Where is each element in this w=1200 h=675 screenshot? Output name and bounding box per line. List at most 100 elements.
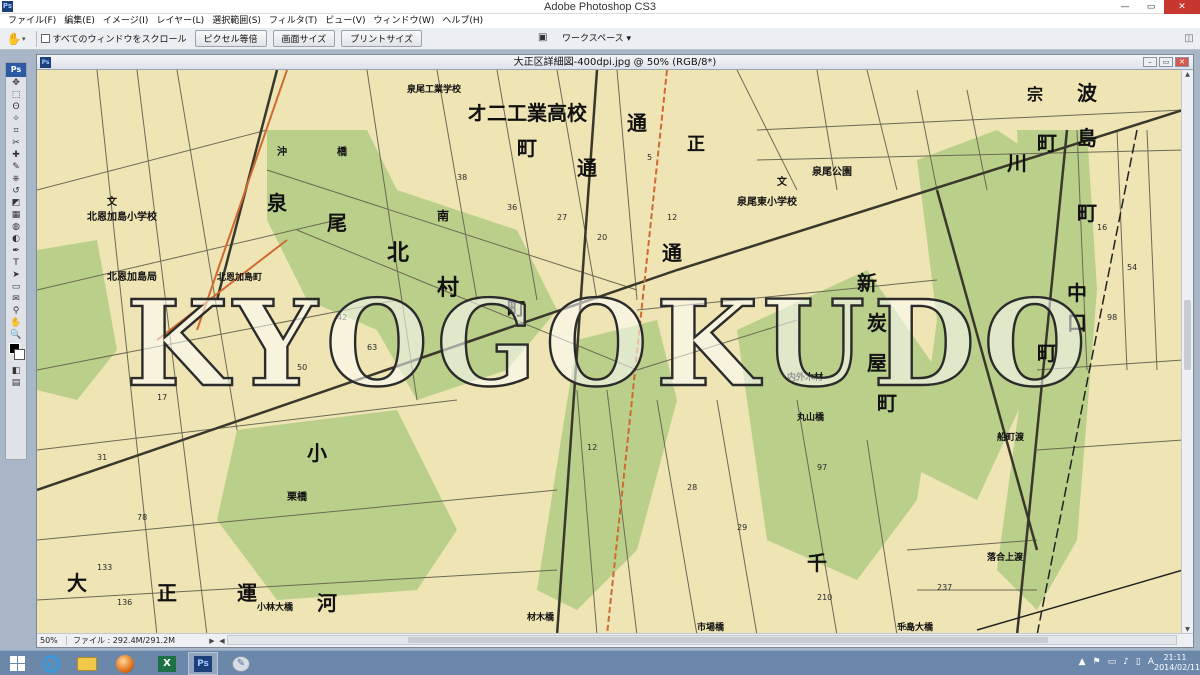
map-label: 宗	[1027, 85, 1043, 104]
notes-tool-icon[interactable]: ✉	[6, 293, 26, 305]
map-label: 橋	[337, 145, 348, 158]
clock-date: 2014/02/11	[1154, 663, 1200, 672]
map-label: 町	[517, 136, 537, 160]
map-label: 尾	[327, 211, 347, 235]
scroll-all-windows-checkbox[interactable]	[40, 34, 50, 43]
horizontal-scrollbar[interactable]	[227, 635, 1177, 645]
map-label: 泉尾公園	[811, 165, 852, 178]
map-label: 材木橋	[526, 611, 555, 623]
close-button[interactable]: ✕	[1164, 0, 1200, 14]
show-hidden-icons-icon[interactable]: ▲	[1079, 657, 1086, 667]
menu-help[interactable]: ヘルプ(H)	[438, 14, 487, 28]
system-clock[interactable]: 21:11 2014/02/11	[1154, 653, 1200, 673]
workspace-icon[interactable]: ▣	[538, 32, 552, 44]
path-selection-tool-icon[interactable]: ➤	[6, 269, 26, 281]
eraser-tool-icon[interactable]: ◩	[6, 197, 26, 209]
brush-tool-icon[interactable]: ✎	[6, 161, 26, 173]
doc-close-button[interactable]: ✕	[1175, 57, 1189, 67]
screen-mode-icon[interactable]: ▤	[6, 377, 26, 389]
menu-edit[interactable]: 編集(E)	[60, 14, 99, 28]
history-brush-tool-icon[interactable]: ↺	[6, 185, 26, 197]
quick-mask-icon[interactable]: ◧	[6, 365, 26, 377]
vertical-scroll-thumb[interactable]	[1184, 300, 1191, 370]
map-label: 正	[687, 134, 705, 155]
windows-logo-icon	[9, 656, 25, 671]
color-swatches[interactable]	[6, 341, 26, 365]
menu-select[interactable]: 選択範囲(S)	[208, 14, 265, 28]
move-tool-icon[interactable]: ✥	[6, 77, 26, 89]
taskbar-excel[interactable]: X	[152, 652, 182, 675]
svg-text:12: 12	[587, 443, 597, 452]
divider	[35, 30, 37, 47]
toolbox: Ps ✥ ⬚ ʘ ✧ ⌗ ✂ ✚ ✎ ⎈ ↺ ◩ ▦ ◍ ◐ ✒ T ➤ ▭ ✉ ⚲ ✋ 🔍 ◧ ▤	[5, 62, 27, 460]
tool-preset-dropdown-icon[interactable]: ▾	[22, 35, 26, 43]
image-canvas[interactable]: 38 36 27 20 12 5 42 63 50 17 31 78 12 28 29 97 165 2…	[37, 70, 1183, 635]
hand-tool-icon[interactable]: ✋	[6, 31, 22, 47]
tool-list: ✥ ⬚ ʘ ✧ ⌗ ✂ ✚ ✎ ⎈ ↺ ◩ ▦ ◍ ◐ ✒ T ➤ ▭ ✉ ⚲ ✋ 🔍	[6, 77, 26, 341]
menu-window[interactable]: ウィンドウ(W)	[369, 14, 438, 28]
lasso-tool-icon[interactable]: ʘ	[6, 101, 26, 113]
taskbar-file-explorer[interactable]	[72, 652, 102, 675]
print-size-button[interactable]: プリントサイズ	[341, 30, 423, 47]
workspace-label[interactable]: ワークスペース ▾	[562, 31, 631, 44]
zoom-level[interactable]: 50%	[37, 636, 67, 645]
battery-icon[interactable]: ▯	[1136, 657, 1141, 667]
app-title-bar: Ps Adobe Photoshop CS3 — ▭ ✕	[0, 0, 1200, 14]
type-tool-icon[interactable]: T	[6, 257, 26, 269]
scroll-left-icon[interactable]: ◀	[217, 637, 227, 645]
taskbar-browser[interactable]	[110, 652, 140, 675]
menu-layer[interactable]: レイヤー(L)	[152, 14, 208, 28]
file-info[interactable]: ファイル : 292.4M/291.2M	[67, 635, 207, 646]
start-button[interactable]	[2, 652, 32, 675]
eyedropper-tool-icon[interactable]: ⚲	[6, 305, 26, 317]
scroll-up-icon[interactable]: ▲	[1182, 70, 1193, 80]
slice-tool-icon[interactable]: ✂	[6, 137, 26, 149]
map-label: 河	[317, 591, 337, 615]
map-label: 島	[1077, 126, 1097, 150]
dodge-tool-icon[interactable]: ◐	[6, 233, 26, 245]
taskbar-photoshop[interactable]: Ps	[188, 652, 218, 675]
minimize-button[interactable]: —	[1112, 0, 1138, 14]
svg-text:54: 54	[1127, 263, 1137, 272]
pen-tool-icon[interactable]: ✒	[6, 245, 26, 257]
map-label: 正	[157, 581, 177, 605]
marquee-tool-icon[interactable]: ⬚	[6, 89, 26, 101]
crop-tool-icon[interactable]: ⌗	[6, 125, 26, 137]
document-title-bar[interactable]: Ps 大正区詳細図-400dpi.jpg @ 50% (RGB/8*) – ▭ …	[37, 55, 1193, 70]
volume-icon[interactable]: ♪	[1123, 657, 1129, 667]
toolbox-header: Ps	[6, 63, 26, 77]
menu-filter[interactable]: フィルタ(T)	[265, 14, 321, 28]
folder-icon	[77, 656, 97, 671]
action-center-flag-icon[interactable]: ⚑	[1093, 657, 1101, 667]
taskbar-internet-explorer[interactable]: e	[36, 652, 66, 675]
taskbar-paint[interactable]: ✎	[226, 652, 256, 675]
zoom-tool-icon[interactable]: 🔍	[6, 329, 26, 341]
map-label: 川	[1006, 151, 1027, 175]
menu-image[interactable]: イメージ(I)	[99, 14, 153, 28]
blur-tool-icon[interactable]: ◍	[6, 221, 26, 233]
horizontal-scroll-thumb[interactable]	[408, 637, 1048, 643]
healing-tool-icon[interactable]: ✚	[6, 149, 26, 161]
doc-maximize-button[interactable]: ▭	[1159, 57, 1173, 67]
fit-screen-button[interactable]: 画面サイズ	[272, 30, 336, 47]
workspace-menu[interactable]: ▣ ワークスペース ▾	[538, 31, 631, 45]
vertical-scrollbar[interactable]: ▲ ▼	[1181, 70, 1193, 635]
clone-stamp-tool-icon[interactable]: ⎈	[6, 173, 26, 185]
background-color-swatch[interactable]	[14, 349, 25, 360]
doc-minimize-button[interactable]: –	[1143, 57, 1157, 67]
status-menu-arrow-icon[interactable]: ▶	[207, 637, 217, 645]
document-window-controls: – ▭ ✕	[1141, 57, 1189, 67]
magic-wand-tool-icon[interactable]: ✧	[6, 113, 26, 125]
map-image[interactable]: 383627 20125 426350 173178 122829 971652…	[37, 70, 1183, 635]
actual-pixels-button[interactable]: ピクセル等倍	[194, 30, 267, 47]
shape-tool-icon[interactable]: ▭	[6, 281, 26, 293]
internet-explorer-icon: e	[42, 654, 60, 673]
hand-tool-icon[interactable]: ✋	[6, 317, 26, 329]
document-window: Ps 大正区詳細図-400dpi.jpg @ 50% (RGB/8*) – ▭ …	[36, 54, 1194, 648]
gradient-tool-icon[interactable]: ▦	[6, 209, 26, 221]
menu-view[interactable]: ビュー(V)	[321, 14, 369, 28]
restore-button[interactable]: ▭	[1138, 0, 1164, 14]
panel-well-icon[interactable]: ◫	[1182, 32, 1196, 46]
menu-file[interactable]: ファイル(F)	[4, 14, 60, 28]
network-icon[interactable]: ▭	[1108, 657, 1117, 667]
